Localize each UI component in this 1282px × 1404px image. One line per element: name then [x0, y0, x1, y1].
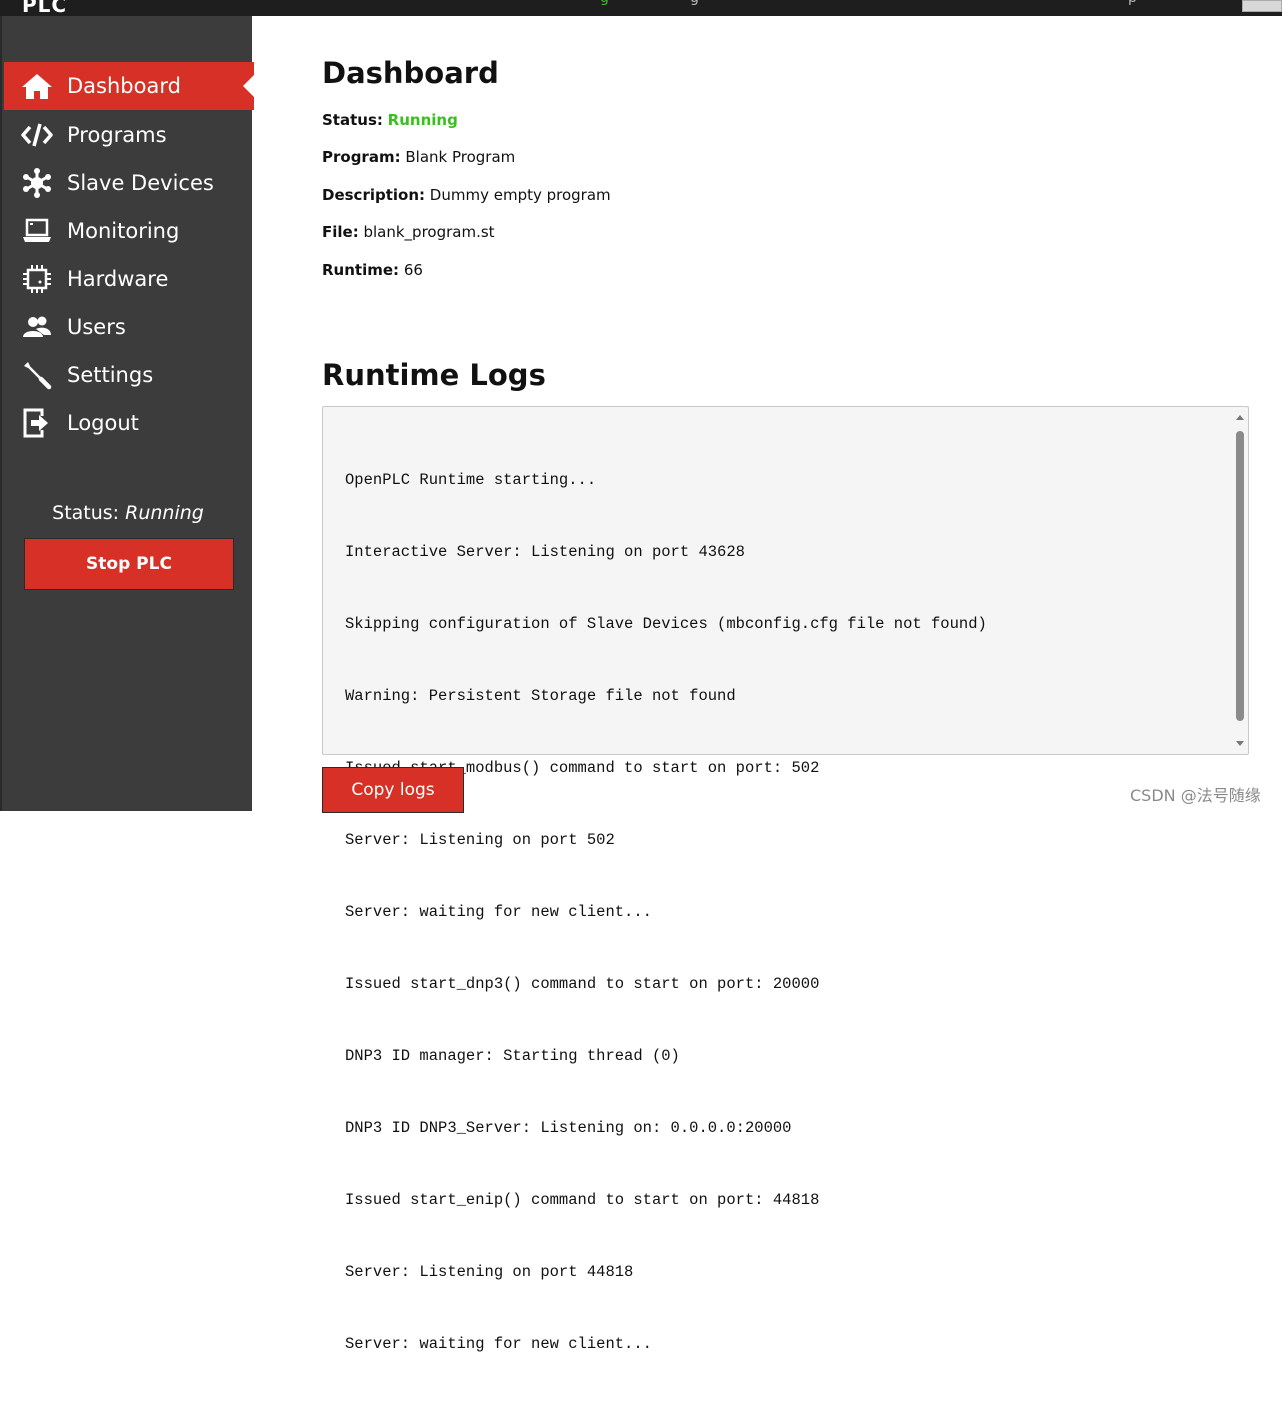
- description-row: Description: Dummy empty program: [322, 186, 611, 204]
- status-label: Status:: [322, 111, 383, 129]
- scroll-up-arrow-icon[interactable]: [1236, 415, 1244, 420]
- status-row: Status: Running: [322, 111, 458, 129]
- runtime-value: 66: [403, 261, 423, 279]
- app-logo: PLC: [22, 0, 68, 17]
- sidebar-item-label: Slave Devices: [67, 171, 214, 195]
- log-line: Issued start_enip() command to start on …: [345, 1191, 820, 1209]
- sidebar-item-label: Programs: [67, 123, 167, 147]
- laptop-icon: [20, 214, 54, 248]
- plc-status-label: Status:: [52, 502, 120, 524]
- log-line: Server: Listening on port 44818: [345, 1263, 634, 1281]
- runtime-row: Runtime: 66: [322, 261, 423, 279]
- plc-status-value: Running: [125, 502, 204, 524]
- log-line: Server: waiting for new client...: [345, 1335, 652, 1353]
- sidebar-item-monitoring[interactable]: Monitoring: [4, 207, 254, 255]
- sidebar-item-label: Settings: [67, 363, 154, 387]
- topbar-fragment: p: [1128, 0, 1137, 6]
- scroll-down-arrow-icon[interactable]: [1236, 741, 1244, 746]
- file-row: File: blank_program.st: [322, 223, 495, 241]
- users-icon: [20, 310, 54, 344]
- page-title: Dashboard: [322, 56, 499, 90]
- sidebar-item-label: Hardware: [67, 267, 169, 291]
- log-line: OpenPLC Runtime starting...: [345, 471, 597, 489]
- scroll-thumb[interactable]: [1236, 431, 1244, 721]
- log-scrollbar[interactable]: [1233, 409, 1247, 752]
- wrench-icon: [20, 358, 54, 392]
- log-line: Server: Listening on port 502: [345, 831, 615, 849]
- sidebar-item-logout[interactable]: Logout: [4, 399, 254, 447]
- topbar-window-control[interactable]: [1242, 0, 1282, 12]
- log-lines: OpenPLC Runtime starting... Interactive …: [345, 420, 987, 1404]
- sidebar-item-settings[interactable]: Settings: [4, 351, 254, 399]
- log-line: DNP3 ID manager: Starting thread (0): [345, 1047, 680, 1065]
- log-line: Issued start_dnp3() command to start on …: [345, 975, 820, 993]
- chip-icon: [20, 262, 54, 296]
- log-line: DNP3 ID DNP3_Server: Listening on: 0.0.0…: [345, 1119, 792, 1137]
- log-line: Interactive Server: Listening on port 43…: [345, 543, 745, 561]
- sidebar-item-dashboard[interactable]: Dashboard: [4, 62, 255, 110]
- copy-logs-button[interactable]: Copy logs: [322, 767, 464, 813]
- program-label: Program:: [322, 148, 401, 166]
- stop-plc-button[interactable]: Stop PLC: [24, 538, 234, 590]
- status-value: Running: [387, 111, 458, 129]
- sidebar-item-slave-devices[interactable]: Slave Devices: [4, 159, 254, 207]
- log-line: Warning: Persistent Storage file not fou…: [345, 687, 736, 705]
- log-line: Skipping configuration of Slave Devices …: [345, 615, 987, 633]
- sidebar-item-programs[interactable]: Programs: [4, 111, 254, 159]
- description-label: Description:: [322, 186, 426, 204]
- main-content: Dashboard Status: Running Program: Blank…: [252, 16, 1282, 1353]
- topbar-fragment: g: [600, 0, 609, 6]
- watermark: CSDN @法号随缘: [1130, 786, 1261, 805]
- top-bar: PLC g g p: [0, 0, 1282, 17]
- sidebar-item-hardware[interactable]: Hardware: [4, 255, 254, 303]
- network-icon: [20, 166, 54, 200]
- logout-icon: [20, 406, 54, 440]
- sidebar-item-label: Dashboard: [67, 74, 181, 98]
- sidebar-item-label: Logout: [67, 411, 139, 435]
- runtime-label: Runtime:: [322, 261, 400, 279]
- plc-status: Status: Running: [2, 502, 254, 524]
- log-line: Server: waiting for new client...: [345, 903, 652, 921]
- file-label: File:: [322, 223, 359, 241]
- program-row: Program: Blank Program: [322, 148, 515, 166]
- file-value: blank_program.st: [363, 223, 495, 241]
- sidebar: Dashboard Programs Slave Devices Monitor…: [0, 16, 255, 811]
- description-value: Dummy empty program: [429, 186, 611, 204]
- program-value: Blank Program: [405, 148, 516, 166]
- sidebar-item-label: Users: [67, 315, 126, 339]
- sidebar-item-label: Monitoring: [67, 219, 180, 243]
- code-icon: [20, 118, 54, 152]
- sidebar-item-users[interactable]: Users: [4, 303, 254, 351]
- topbar-fragment: g: [690, 0, 699, 6]
- home-icon: [20, 69, 54, 103]
- logs-title: Runtime Logs: [322, 358, 546, 392]
- runtime-logs-textarea[interactable]: OpenPLC Runtime starting... Interactive …: [322, 406, 1249, 1353]
